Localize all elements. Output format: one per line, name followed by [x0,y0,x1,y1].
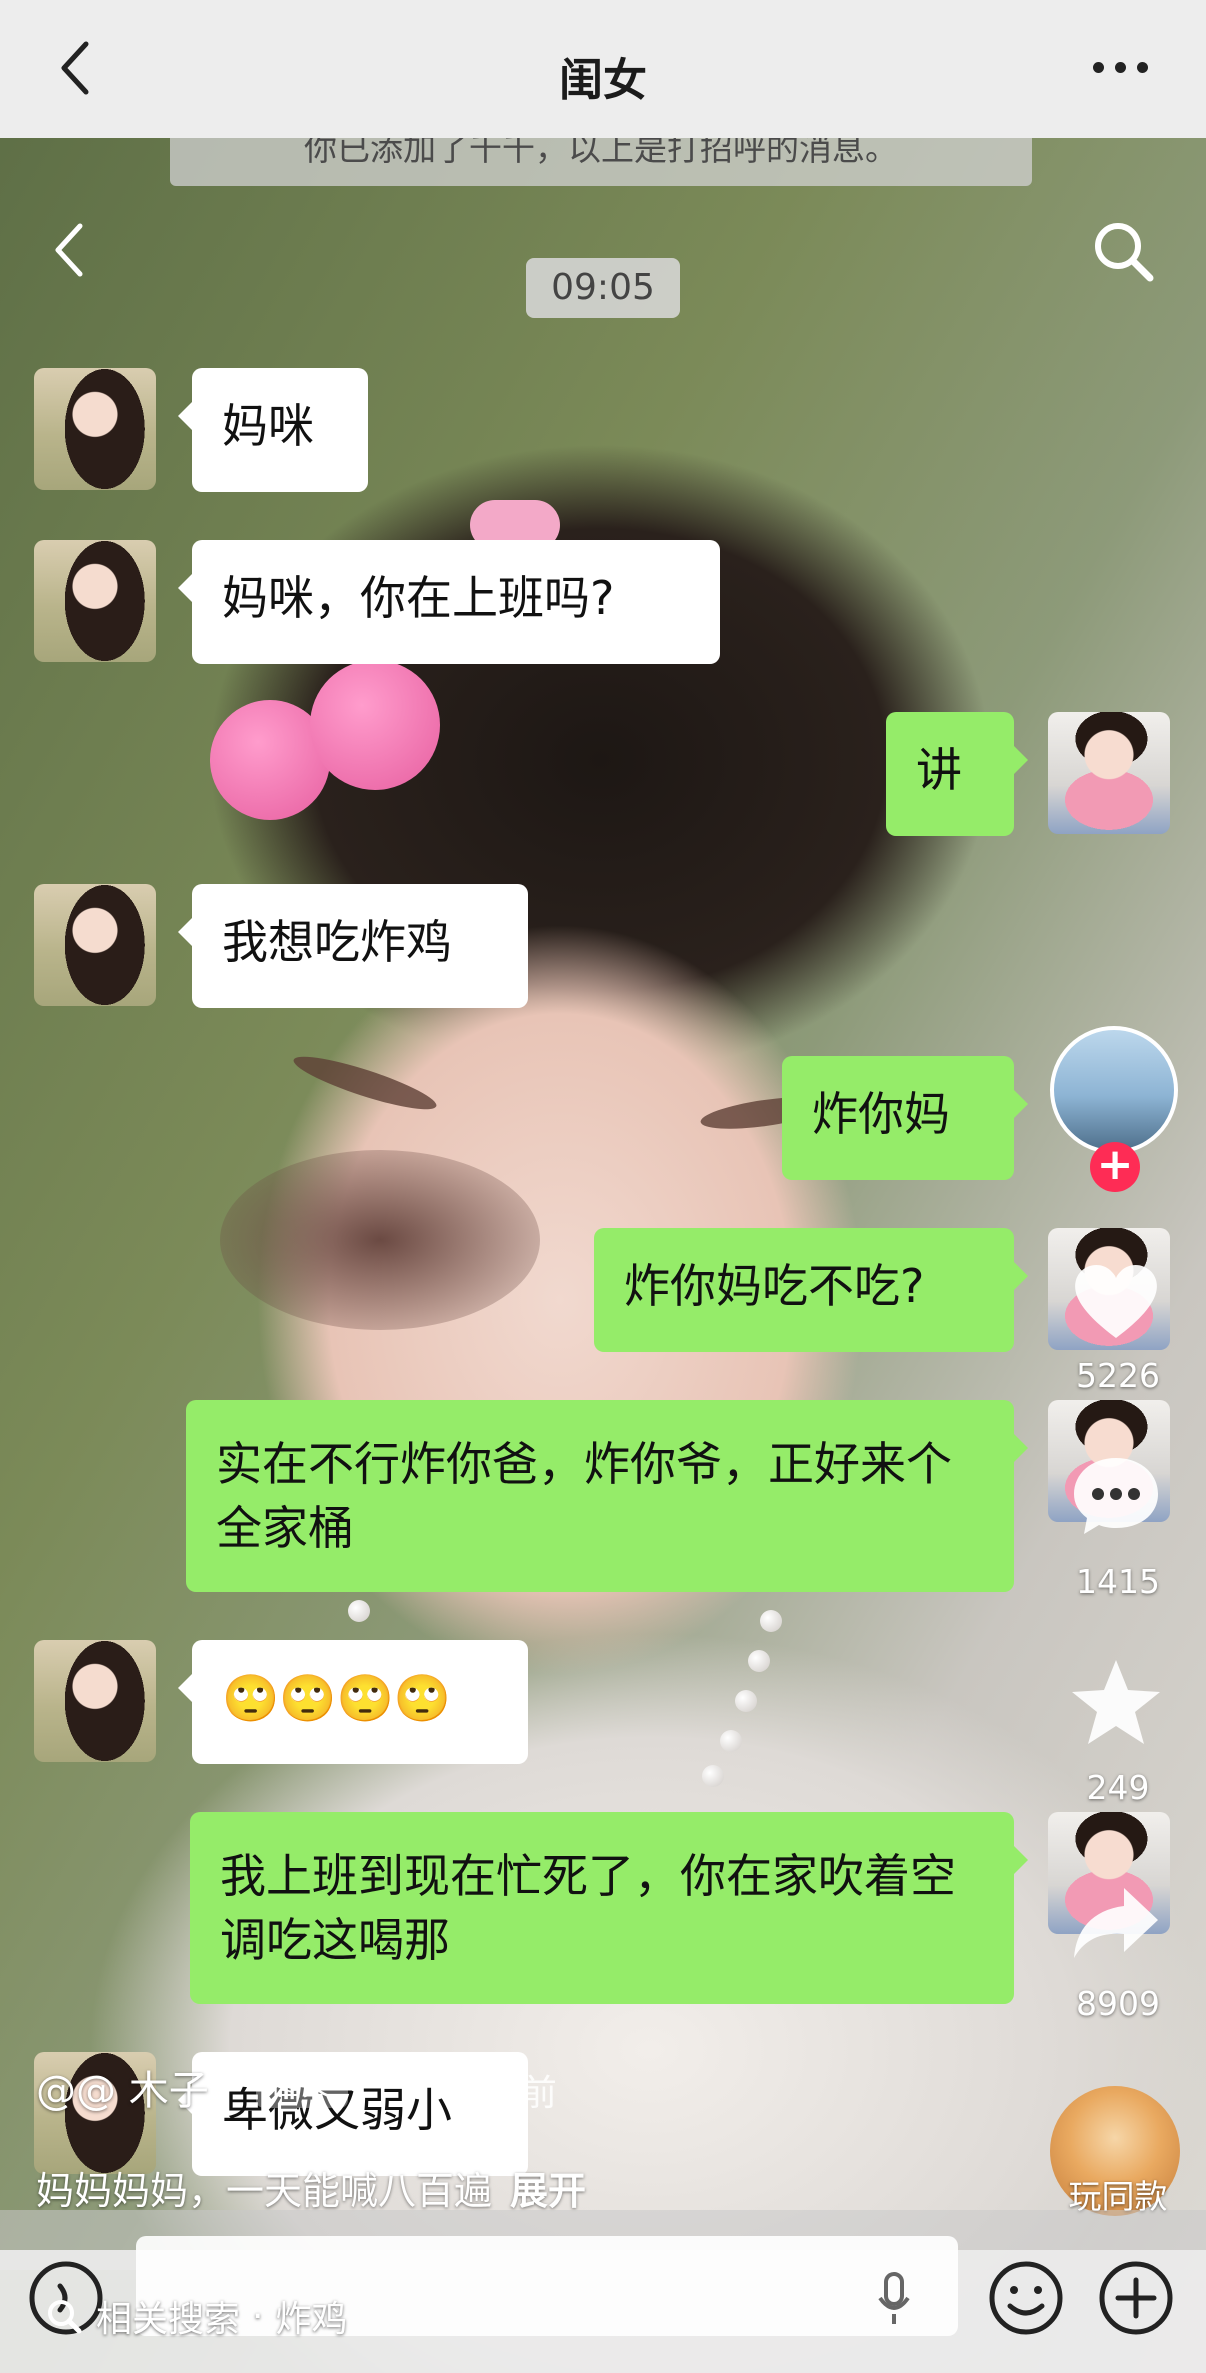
message-bubble-outgoing[interactable]: 讲 [886,712,1028,836]
creator-avatar[interactable] [1050,1026,1178,1154]
sender-avatar[interactable] [34,368,156,490]
message-bubble-incoming[interactable]: 妈咪 [178,368,368,492]
my-avatar[interactable] [1048,712,1170,834]
sender-avatar[interactable] [34,1640,156,1762]
author-name[interactable]: @@ 木子 [36,2058,209,2116]
search-icon[interactable] [1088,216,1158,286]
favorite-count: 249 [1086,1768,1150,1807]
post-type-label: 图文 [272,2068,332,2103]
message-bubble-incoming[interactable]: 🙄🙄🙄🙄 [178,1640,528,1764]
star-icon[interactable] [1066,1652,1166,1752]
background-photo [0,0,1206,2373]
message-bubble-outgoing[interactable]: 实在不行炸你爸，炸你爷，正好来个全家桶 [186,1400,1028,1592]
expand-link[interactable]: 展开 [510,2169,586,2213]
chat-header: 闺女 [0,0,1206,138]
microphone-icon[interactable] [874,2270,914,2330]
post-description: 妈妈妈妈，一天能喊八百遍 展开 [36,2160,586,2215]
comment-icon[interactable] [1066,1446,1166,1546]
video-back-icon[interactable] [46,220,96,280]
related-search-separator: · [252,2295,264,2337]
post-type-tag: 图文 [256,2064,348,2108]
message-bubble-incoming[interactable]: 妈咪，你在上班吗? [178,540,720,664]
related-search[interactable]: 相关搜索 · 炸鸡 [44,2290,347,2342]
pearl [760,1610,782,1632]
related-search-icon [48,2300,82,2334]
pearl [348,1600,370,1622]
eyebrow [289,1047,441,1119]
chat-title: 闺女 [559,55,647,106]
heart-icon[interactable] [1066,1250,1166,1350]
system-notice: 你已添加了千千，以上是打招呼的消息。 [170,138,1032,186]
comment-count: 1415 [1076,1562,1160,1601]
more-options-icon[interactable] [1093,62,1148,73]
message-bubble-incoming[interactable]: 我想吃炸鸡 [178,884,528,1008]
description-text: 妈妈妈妈，一天能喊八百遍 [36,2169,493,2213]
like-count: 5226 [1076,1356,1160,1395]
sender-avatar[interactable] [34,540,156,662]
share-icon[interactable] [1066,1872,1166,1972]
message-timestamp: 09:05 [526,258,680,318]
message-bubble-outgoing[interactable]: 我上班到现在忙死了，你在家吹着空调吃这喝那 [190,1812,1028,2004]
share-count: 8909 [1076,1984,1160,2023]
pearl [702,1765,724,1787]
message-bubble-outgoing[interactable]: 炸你妈 [782,1056,1028,1180]
related-search-prefix: 相关搜索 [96,2299,241,2340]
blurred-eye [220,1150,540,1330]
pearl [720,1730,742,1752]
follow-button[interactable]: + [1090,1142,1140,1192]
sender-avatar[interactable] [34,884,156,1006]
pearl [748,1650,770,1672]
emoji-icon[interactable] [986,2258,1066,2338]
pearl [735,1690,757,1712]
add-attachment-icon[interactable] [1096,2258,1176,2338]
posted-time: 2天前 [462,2073,557,2114]
message-bubble-outgoing[interactable]: 炸你妈吃不吃? [594,1228,1028,1352]
pink-pompom [310,660,440,790]
related-search-term[interactable]: 炸鸡 [275,2290,347,2342]
